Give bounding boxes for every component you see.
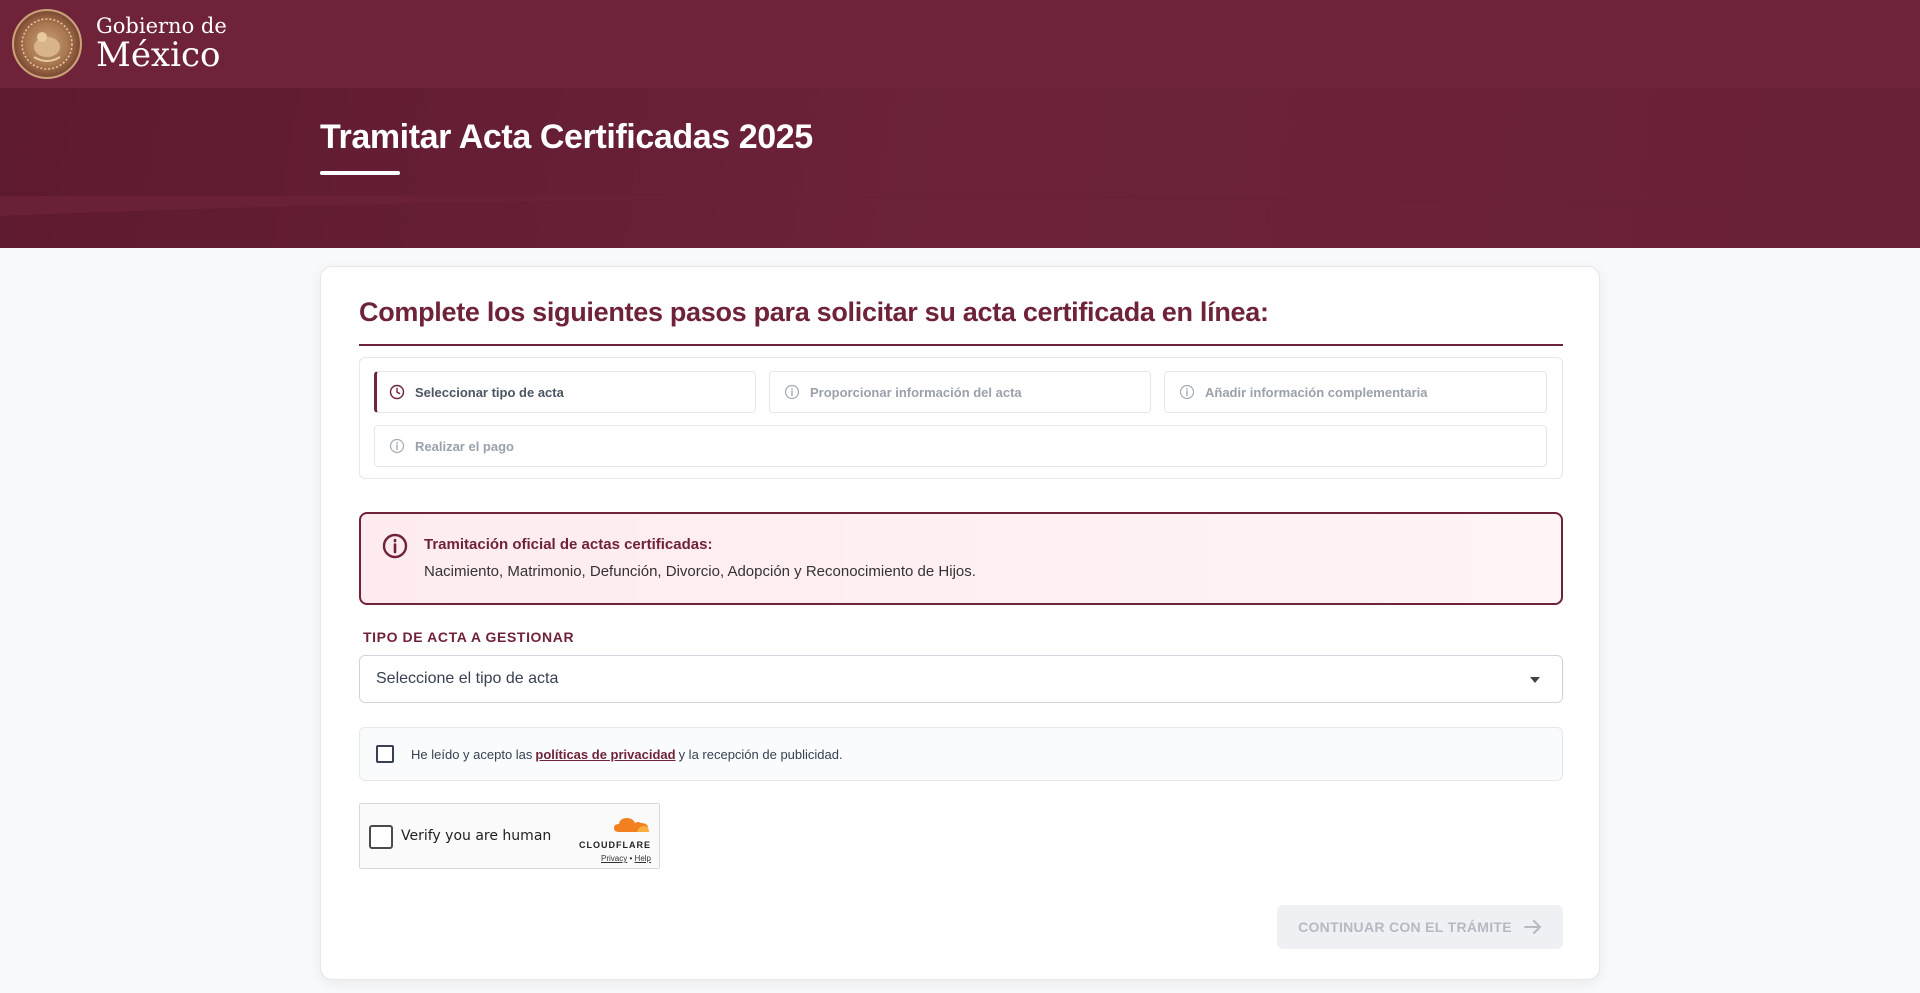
captcha-label: Verify you are human <box>401 828 552 844</box>
stepper: Seleccionar tipo de acta Proporcionar in… <box>359 357 1563 479</box>
captcha-help-link[interactable]: Help <box>635 854 651 863</box>
info-icon <box>784 384 800 400</box>
caret-down-icon <box>1530 677 1540 683</box>
cloudflare-wordmark: CLOUDFLARE <box>579 840 651 850</box>
government-seal-logo[interactable] <box>12 9 82 79</box>
eagle-emblem-icon <box>21 18 73 70</box>
brand-big-text: México <box>96 35 221 75</box>
consent-text-before: He leído y acepto las <box>411 746 533 762</box>
info-circle-icon <box>382 533 408 559</box>
type-field-label: TIPO DE ACTA A GESTIONAR <box>363 629 575 645</box>
step-add-complementary-info[interactable]: Añadir información complementaria <box>1164 371 1547 413</box>
privacy-consent: He leído y acepto las políticas de priva… <box>359 727 1563 781</box>
continue-button[interactable]: CONTINUAR CON EL TRÁMITE <box>1277 905 1563 949</box>
info-icon <box>1179 384 1195 400</box>
clock-icon <box>389 384 405 400</box>
select-placeholder: Seleccione el tipo de acta <box>376 670 559 687</box>
hero-curve <box>0 196 1920 218</box>
captcha-privacy-link[interactable]: Privacy <box>601 854 627 863</box>
step-select-type[interactable]: Seleccionar tipo de acta <box>374 371 756 413</box>
brand-small-text: Gobierno de <box>96 14 227 38</box>
captcha-checkbox[interactable] <box>369 825 393 849</box>
alert-text: Nacimiento, Matrimonio, Defunción, Divor… <box>424 563 976 580</box>
alert-title: Tramitación oficial de actas certificada… <box>424 536 713 553</box>
captcha-links: Privacy • Help <box>573 854 651 863</box>
info-alert: Tramitación oficial de actas certificada… <box>359 512 1563 605</box>
title-underline <box>320 171 400 175</box>
brand-wordmark[interactable]: Gobierno de México <box>96 14 227 75</box>
captcha-widget: Verify you are human CLOUDFLARE Privacy … <box>359 803 660 869</box>
info-icon <box>389 438 405 454</box>
privacy-checkbox[interactable] <box>376 745 394 763</box>
form-card: Complete los siguientes pasos para solic… <box>320 266 1600 980</box>
card-title: Complete los siguientes pasos para solic… <box>359 297 1269 327</box>
site-header: Gobierno de México <box>0 0 1920 88</box>
step-label: Añadir información complementaria <box>1205 384 1428 400</box>
privacy-policy-link[interactable]: políticas de privacidad <box>535 747 675 762</box>
arrow-right-icon <box>1523 920 1542 934</box>
cloudflare-branding: CLOUDFLARE Privacy • Help <box>573 814 651 863</box>
continue-label: CONTINUAR CON EL TRÁMITE <box>1298 919 1512 935</box>
step-payment[interactable]: Realizar el pago <box>374 425 1547 467</box>
link-separator: • <box>629 854 633 863</box>
step-label: Seleccionar tipo de acta <box>415 384 564 400</box>
cloud-icon <box>614 818 649 832</box>
step-provide-info[interactable]: Proporcionar información del acta <box>769 371 1151 413</box>
step-label: Realizar el pago <box>415 438 514 454</box>
title-divider <box>359 344 1563 346</box>
step-label: Proporcionar información del acta <box>810 384 1022 400</box>
consent-text-after: y la recepción de publicidad. <box>678 746 843 762</box>
page-title: Tramitar Acta Certificadas 2025 <box>320 118 813 156</box>
act-type-select[interactable]: Seleccione el tipo de acta <box>359 655 1563 703</box>
